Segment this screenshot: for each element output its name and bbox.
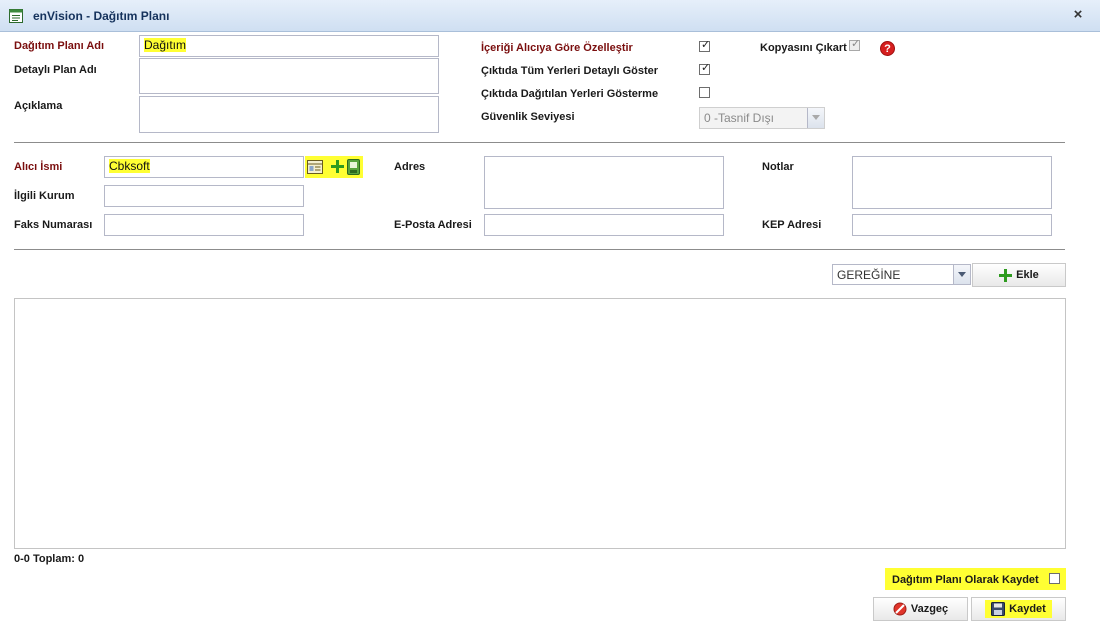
fax-label: Faks Numarası <box>14 219 93 231</box>
window-title: enVision - Dağıtım Planı <box>33 9 170 23</box>
email-input[interactable] <box>484 214 724 236</box>
recipient-name-label: Alıcı İsmi <box>14 161 63 173</box>
cancel-icon <box>893 602 907 616</box>
section-divider <box>14 249 1065 250</box>
cancel-button-label: Vazgeç <box>910 603 949 615</box>
save-recipient-icon[interactable] <box>347 159 360 175</box>
address-label: Adres <box>394 161 426 173</box>
copy-label: Kopyasını Çıkart <box>760 42 847 54</box>
show-all-detailed-checkbox[interactable]: ✓ <box>699 62 711 75</box>
description-input[interactable] <box>139 96 439 133</box>
distribution-type-value: GEREĞİNE <box>837 268 901 282</box>
show-all-detailed-label: Çıktıda Tüm Yerleri Detaylı Göster <box>481 65 659 77</box>
add-button-label: Ekle <box>1016 269 1039 281</box>
add-button[interactable]: Ekle <box>972 263 1066 287</box>
description-label: Açıklama <box>14 100 63 112</box>
save-as-plan-group: Dağıtım Planı Olarak Kaydet <box>885 568 1066 590</box>
fax-input[interactable] <box>104 214 304 236</box>
kep-input[interactable] <box>852 214 1052 236</box>
plan-name-value: Dağıtım <box>144 38 187 52</box>
form-window-icon <box>9 9 23 23</box>
plan-detail-input[interactable] <box>139 58 439 94</box>
customize-checkbox[interactable]: ✓ <box>699 39 711 52</box>
close-icon[interactable]: × <box>1070 6 1086 24</box>
save-button[interactable]: Kaydet <box>971 597 1066 621</box>
check-mark-icon: ✓ <box>701 39 711 51</box>
distribution-type-select[interactable]: GEREĞİNE <box>832 264 971 285</box>
cancel-button[interactable]: Vazgeç <box>873 597 968 621</box>
add-icon <box>999 268 1013 282</box>
institution-label: İlgili Kurum <box>14 190 75 202</box>
security-level-label: Güvenlik Seviyesi <box>481 111 575 123</box>
notes-label: Notlar <box>762 161 794 173</box>
hide-distributed-checkbox[interactable] <box>699 87 710 98</box>
section-divider <box>14 142 1065 143</box>
check-mark-icon: ✓ <box>701 62 711 74</box>
address-input[interactable] <box>484 156 724 209</box>
chevron-down-icon[interactable] <box>807 108 824 128</box>
save-button-highlight: Kaydet <box>985 600 1052 618</box>
security-level-value: 0 -Tasnif Dışı <box>704 111 775 125</box>
address-book-icon[interactable] <box>307 160 323 174</box>
window-titlebar: enVision - Dağıtım Planı × <box>0 0 1100 32</box>
check-mark-icon: ✓ <box>851 38 861 50</box>
save-as-plan-label: Dağıtım Planı Olarak Kaydet <box>892 574 1039 586</box>
email-label: E-Posta Adresi <box>394 219 472 231</box>
help-icon[interactable]: ? <box>880 41 895 56</box>
kep-label: KEP Adresi <box>762 219 822 231</box>
notes-input[interactable] <box>852 156 1052 209</box>
recipient-name-input[interactable]: Cbksoft <box>104 156 304 178</box>
paging-summary: 0-0 Toplam: 0 <box>14 553 85 565</box>
plan-detail-label: Detaylı Plan Adı <box>14 64 97 76</box>
add-recipient-icon[interactable] <box>331 160 344 173</box>
save-as-plan-checkbox[interactable] <box>1049 573 1060 584</box>
hide-distributed-label: Çıktıda Dağıtılan Yerleri Gösterme <box>481 88 659 100</box>
plan-name-label: Dağıtım Planı Adı <box>14 40 105 52</box>
floppy-disk-icon <box>991 602 1006 616</box>
plan-name-input[interactable]: Dağıtım <box>139 35 439 57</box>
institution-input[interactable] <box>104 185 304 207</box>
save-button-label: Kaydet <box>1009 603 1046 615</box>
copy-checkbox[interactable]: ✓ <box>849 38 861 51</box>
customize-label: İçeriği Alıcıya Göre Özelleştir <box>481 42 633 54</box>
security-level-select[interactable]: 0 -Tasnif Dışı <box>699 107 825 129</box>
recipient-tools <box>305 156 363 178</box>
recipients-grid[interactable] <box>14 298 1066 549</box>
recipient-name-value: Cbksoft <box>109 159 150 173</box>
chevron-down-icon[interactable] <box>953 265 970 284</box>
